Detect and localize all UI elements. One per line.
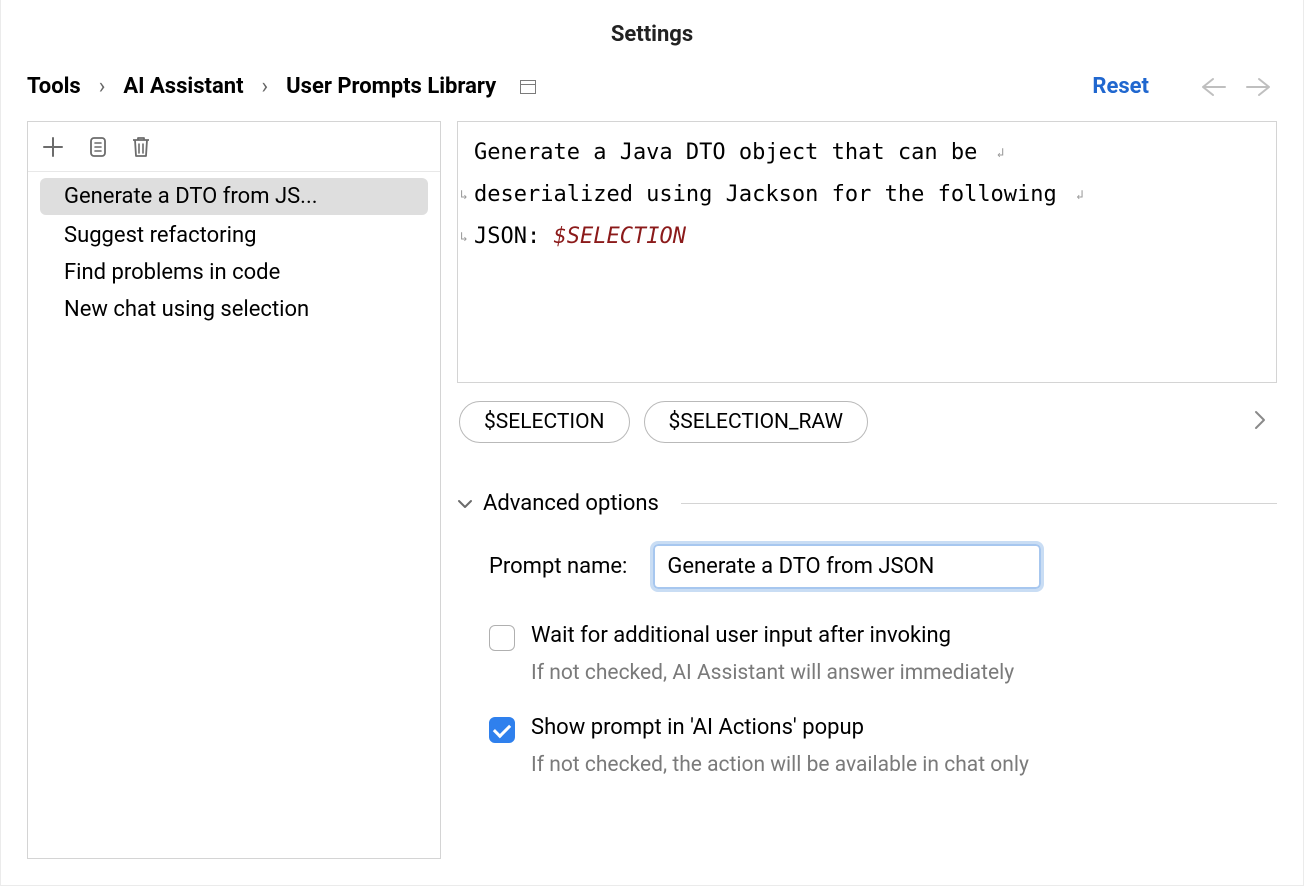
- content: Generate a DTO from JS... Suggest refact…: [1, 121, 1303, 885]
- settings-window: Settings Tools › AI Assistant › User Pro…: [0, 0, 1304, 886]
- show-checkbox-row: Show prompt in 'AI Actions' popup: [489, 715, 1277, 743]
- show-checkbox-label[interactable]: Show prompt in 'AI Actions' popup: [531, 715, 864, 740]
- wrap-icon: ↲: [997, 142, 1005, 167]
- breadcrumb-user-prompts-library[interactable]: User Prompts Library: [286, 74, 496, 99]
- nav-arrows: [1199, 77, 1273, 97]
- reset-button[interactable]: Reset: [1092, 74, 1149, 99]
- editor-text: JSON:: [474, 224, 553, 249]
- wrap-icon: ↲: [1076, 184, 1084, 209]
- back-button[interactable]: [1199, 77, 1227, 97]
- breadcrumb-tools[interactable]: Tools: [27, 74, 81, 99]
- editor-text: deserialized using Jackson for the follo…: [474, 182, 1070, 207]
- chip-selection-raw[interactable]: $SELECTION_RAW: [644, 401, 869, 443]
- sidebar-toolbar: [28, 122, 440, 172]
- list-item[interactable]: Suggest refactoring: [28, 217, 440, 254]
- copy-button[interactable]: [86, 135, 108, 159]
- prompt-name-label: Prompt name:: [489, 554, 627, 579]
- wait-checkbox-label[interactable]: Wait for additional user input after inv…: [531, 623, 951, 648]
- breadcrumb-ai-assistant[interactable]: AI Assistant: [123, 74, 243, 99]
- prompt-name-row: Prompt name:: [489, 544, 1277, 589]
- wrap-icon: ↳: [460, 226, 468, 251]
- prompt-list: Generate a DTO from JS... Suggest refact…: [28, 172, 440, 328]
- show-hint: If not checked, the action will be avail…: [531, 753, 1277, 777]
- delete-button[interactable]: [130, 135, 152, 159]
- wait-hint: If not checked, AI Assistant will answer…: [531, 661, 1277, 685]
- show-checkbox[interactable]: [489, 717, 515, 743]
- wrap-icon: ↳: [460, 184, 468, 209]
- window-title: Settings: [611, 22, 693, 47]
- advanced-options-header[interactable]: Advanced options: [457, 491, 1277, 516]
- wait-checkbox-row: Wait for additional user input after inv…: [489, 623, 1277, 651]
- add-button[interactable]: [42, 136, 64, 158]
- main-panel: Generate a Java DTO object that can be ↲…: [457, 121, 1277, 859]
- sidebar: Generate a DTO from JS... Suggest refact…: [27, 121, 441, 859]
- separator: [681, 503, 1277, 504]
- breadcrumb: Tools › AI Assistant › User Prompts Libr…: [27, 74, 536, 99]
- editor-variable: $SELECTION: [553, 224, 685, 249]
- header-row: Tools › AI Assistant › User Prompts Libr…: [1, 68, 1303, 121]
- chevron-right-icon: ›: [262, 74, 269, 99]
- list-item[interactable]: New chat using selection: [28, 291, 440, 328]
- wait-checkbox[interactable]: [489, 625, 515, 651]
- chip-selection[interactable]: $SELECTION: [459, 401, 630, 443]
- advanced-options-body: Prompt name: Wait for additional user in…: [457, 544, 1277, 807]
- list-item[interactable]: Find problems in code: [28, 254, 440, 291]
- chevron-down-icon: [457, 498, 473, 510]
- chevron-right-icon[interactable]: [1253, 409, 1267, 435]
- advanced-options-label: Advanced options: [483, 491, 659, 516]
- list-item[interactable]: Generate a DTO from JS...: [40, 178, 428, 215]
- prompt-editor[interactable]: Generate a Java DTO object that can be ↲…: [457, 121, 1277, 383]
- chips-row: $SELECTION $SELECTION_RAW: [459, 401, 1277, 443]
- editor-text: Generate a Java DTO object that can be: [474, 140, 991, 165]
- window-icon: [520, 80, 536, 94]
- forward-button[interactable]: [1245, 77, 1273, 97]
- titlebar: Settings: [1, 0, 1303, 68]
- prompt-name-input[interactable]: [653, 544, 1041, 589]
- chevron-right-icon: ›: [99, 74, 106, 99]
